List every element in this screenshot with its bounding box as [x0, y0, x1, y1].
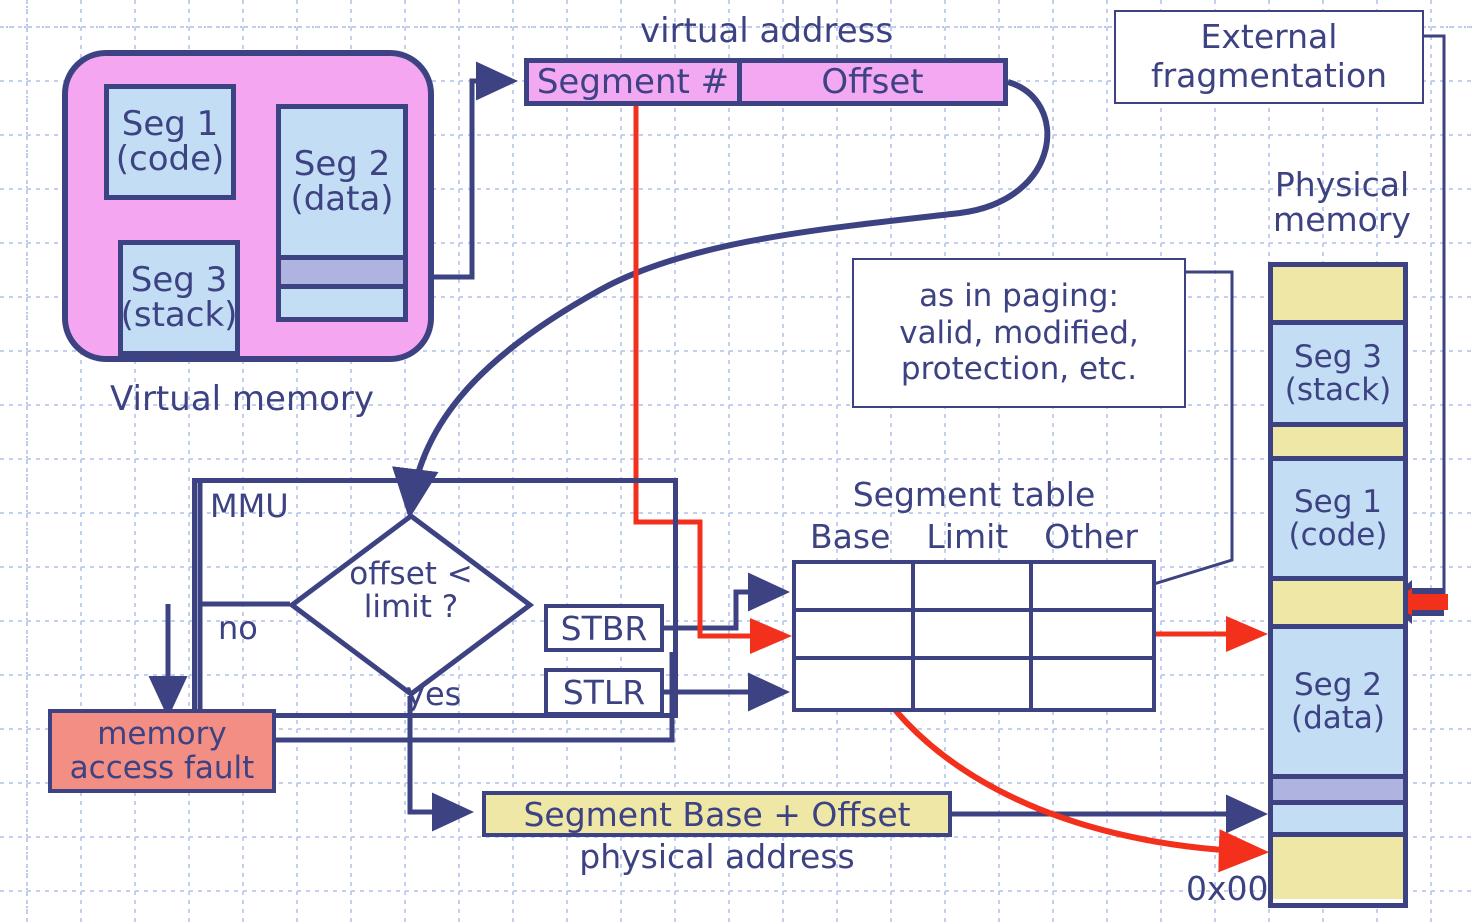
- segment-table-cell[interactable]: [796, 564, 915, 612]
- register-stbr: STBR: [544, 604, 664, 652]
- virtual-seg2-box: Seg 2 (data): [276, 104, 408, 322]
- virtual-seg2-kind: (data): [290, 179, 394, 219]
- diagram-canvas: Seg 1 (code) Seg 2 (data) Seg 3 (stack) …: [0, 0, 1472, 924]
- virtual-seg3-kind: (stack): [120, 295, 238, 335]
- physical-memory-block-seg-3: Seg 3 (stack): [1273, 325, 1403, 427]
- virtual-seg1-box: Seg 1 (code): [104, 84, 236, 200]
- virtual-seg3-box: Seg 3 (stack): [118, 240, 240, 356]
- mmu-decision-text: offset < limit ?: [349, 556, 473, 625]
- physical-memory-block-seg-1: Seg 1 (code): [1273, 461, 1403, 581]
- callout-external-fragmentation-text: External fragmentation: [1150, 17, 1388, 95]
- virtual-seg1-name: Seg 1: [121, 104, 219, 145]
- virtual-address-segment-field: Segment #: [529, 62, 742, 102]
- physical-address-caption: physical address: [579, 837, 855, 876]
- segment-table-cell[interactable]: [915, 660, 1034, 708]
- segment-table-cell[interactable]: [1033, 612, 1152, 660]
- segment-table-cell[interactable]: [1033, 660, 1152, 708]
- physical-memory-block-hole: [1273, 837, 1403, 899]
- virtual-address-caption: virtual address: [640, 11, 894, 51]
- physical-memory-block-seg-2: Seg 2 (data): [1273, 629, 1403, 779]
- virtual-address-box: Segment # Offset: [524, 58, 1008, 106]
- virtual-memory-caption: Virtual memory: [110, 379, 374, 419]
- mmu-decision-diamond: offset < limit ?: [287, 512, 535, 698]
- physical-memory-block-name: Seg 2: [1293, 666, 1382, 703]
- segment-table[interactable]: [792, 560, 1156, 712]
- memory-access-fault-box: memory access fault: [48, 709, 276, 793]
- segment-table-cell[interactable]: [914, 564, 1034, 612]
- physical-memory-block-band: [1273, 779, 1403, 805]
- physical-memory-block-hole: [1273, 581, 1403, 629]
- physical-memory-block-hole: [1273, 267, 1403, 325]
- virtual-seg2-band: [281, 255, 403, 289]
- segment-table-cell[interactable]: [796, 660, 915, 708]
- physical-memory-base-label: 0x00: [1186, 869, 1269, 908]
- segment-table-title: Segment table: [852, 475, 1096, 514]
- segment-table-cell[interactable]: [1033, 564, 1152, 612]
- physical-memory-block-kind: (data): [1290, 699, 1385, 736]
- virtual-seg2-name: Seg 2: [293, 144, 391, 185]
- physical-address-box: Segment Base + Offset: [482, 791, 952, 837]
- segment-table-cell[interactable]: [914, 612, 1034, 660]
- physical-memory-block-name: Seg 3: [1293, 338, 1382, 375]
- physical-memory-block-segment: [1273, 805, 1403, 837]
- segment-table-headers: Base Limit Other: [792, 517, 1156, 556]
- virtual-seg1-kind: (code): [115, 139, 225, 179]
- segment-table-cell[interactable]: [796, 612, 915, 660]
- physical-memory-block-hole: [1273, 427, 1403, 461]
- virtual-seg2-tail: [281, 289, 403, 317]
- segment-table-col-limit: Limit: [926, 517, 1009, 556]
- virtual-seg3-name: Seg 3: [130, 260, 228, 301]
- physical-memory-column: Seg 3 (stack) Seg 1 (code) Seg 2 (data): [1268, 262, 1408, 908]
- physical-memory-block-kind: (stack): [1284, 371, 1392, 408]
- physical-memory-block-name: Seg 1: [1293, 483, 1382, 520]
- callout-as-in-paging-text: as in paging: valid, modified, protection,…: [899, 278, 1139, 388]
- register-stlr: STLR: [544, 668, 664, 716]
- mmu-branch-no-label: no: [218, 609, 258, 647]
- segment-table-col-other: Other: [1044, 517, 1138, 556]
- segment-table-col-base: Base: [810, 517, 891, 556]
- mmu-branch-yes-label: yes: [406, 675, 462, 713]
- callout-external-fragmentation: External fragmentation: [1114, 10, 1424, 104]
- virtual-address-offset-field: Offset: [742, 62, 1003, 102]
- physical-memory-caption: Physical memory: [1273, 165, 1411, 239]
- callout-as-in-paging: as in paging: valid, modified, protection,…: [852, 258, 1186, 408]
- physical-memory-block-kind: (code): [1288, 516, 1388, 553]
- mmu-label: MMU: [210, 487, 289, 525]
